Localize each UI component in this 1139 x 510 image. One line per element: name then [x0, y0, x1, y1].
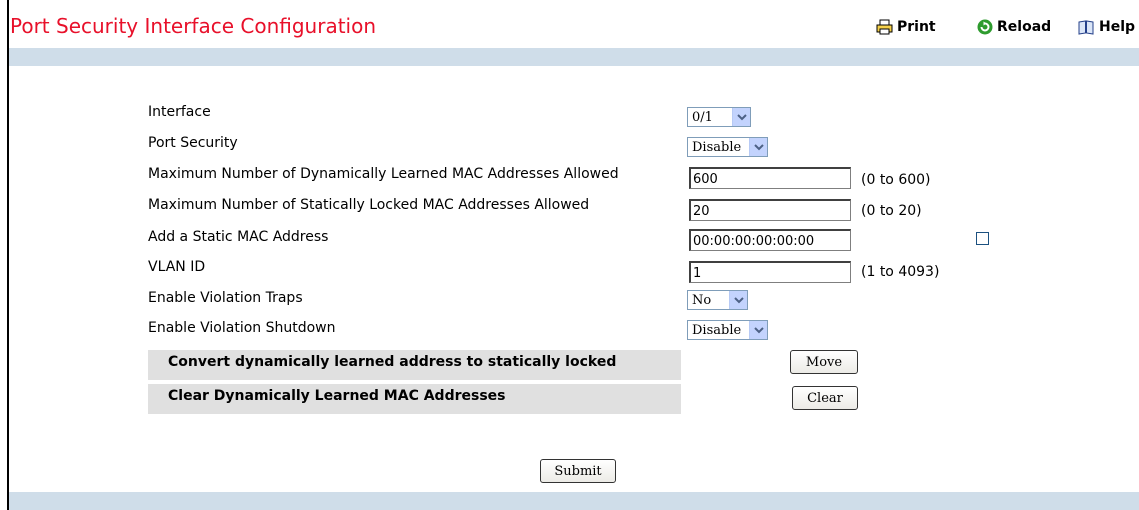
- violation-shutdown-value: Disable: [692, 322, 742, 338]
- submit-button[interactable]: Submit: [540, 459, 616, 483]
- convert-action-label: Convert dynamically learned address to s…: [168, 354, 617, 370]
- chevron-down-icon: [729, 291, 747, 309]
- max-dynamic-range: (0 to 600): [861, 172, 931, 188]
- reload-link[interactable]: Reload: [977, 17, 1051, 37]
- print-label: Print: [897, 19, 936, 35]
- interface-select[interactable]: 0/1: [687, 107, 751, 127]
- help-link[interactable]: Help: [1077, 17, 1135, 37]
- interface-value: 0/1: [692, 109, 713, 125]
- port-security-label: Port Security: [148, 135, 238, 151]
- page-title: Port Security Interface Configuration: [10, 14, 377, 38]
- print-link[interactable]: Print: [876, 17, 936, 37]
- vlan-id-label: VLAN ID: [148, 259, 206, 275]
- move-button[interactable]: Move: [790, 350, 858, 374]
- help-label: Help: [1099, 19, 1136, 35]
- help-book-icon: [1078, 20, 1094, 35]
- static-mac-input[interactable]: [689, 229, 851, 251]
- clear-action-row: Clear Dynamically Learned MAC Addresses: [148, 384, 681, 414]
- clear-action-label: Clear Dynamically Learned MAC Addresses: [168, 388, 506, 404]
- footer-band: [9, 492, 1139, 510]
- chevron-down-icon: [749, 321, 767, 339]
- clear-button[interactable]: Clear: [792, 386, 858, 410]
- max-static-range: (0 to 20): [861, 203, 922, 219]
- violation-shutdown-select[interactable]: Disable: [687, 320, 768, 340]
- max-dynamic-label: Maximum Number of Dynamically Learned MA…: [148, 166, 619, 182]
- frame-border: [0, 0, 9, 510]
- violation-traps-value: No: [692, 292, 712, 308]
- max-dynamic-input[interactable]: [689, 167, 851, 189]
- port-security-value: Disable: [692, 139, 742, 155]
- chevron-down-icon: [749, 138, 767, 156]
- port-security-select[interactable]: Disable: [687, 137, 768, 157]
- max-static-label: Maximum Number of Statically Locked MAC …: [148, 197, 590, 213]
- header-band: [9, 48, 1139, 66]
- reload-icon: [977, 19, 993, 35]
- static-mac-checkbox[interactable]: [976, 232, 989, 245]
- convert-action-row: Convert dynamically learned address to s…: [148, 350, 681, 380]
- violation-traps-select[interactable]: No: [687, 290, 748, 310]
- vlan-id-range: (1 to 4093): [861, 264, 940, 280]
- chevron-down-icon: [732, 108, 750, 126]
- interface-label: Interface: [148, 104, 211, 120]
- violation-traps-label: Enable Violation Traps: [148, 290, 303, 306]
- reload-label: Reload: [997, 19, 1052, 35]
- static-mac-label: Add a Static MAC Address: [148, 229, 329, 245]
- max-static-input[interactable]: [689, 199, 851, 221]
- vlan-id-input[interactable]: [689, 261, 851, 283]
- violation-shutdown-label: Enable Violation Shutdown: [148, 320, 336, 336]
- printer-icon: [876, 19, 893, 35]
